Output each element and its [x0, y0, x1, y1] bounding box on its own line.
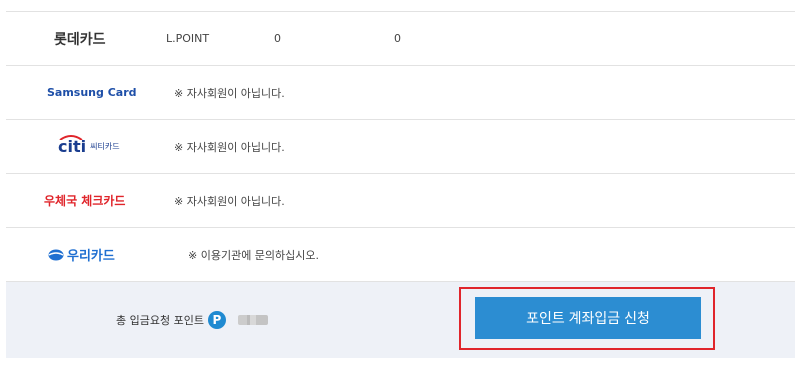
total-points: 총 입금요청 포인트 P [116, 282, 268, 358]
table-row-samsung: Samsung Card ※ 자사회원이 아닙니다. [6, 66, 795, 120]
woori-symbol-icon [48, 249, 64, 260]
point-type: L.POINT [166, 32, 210, 45]
citi-card-logo: citi 씨티카드 [58, 120, 120, 173]
table-row-citi: citi 씨티카드 ※ 자사회원이 아닙니다. [6, 120, 795, 174]
post-check-card-logo: 우체국 체크카드 [44, 194, 126, 208]
citi-arc-icon [59, 135, 83, 140]
point-value-2: 0 [394, 32, 401, 45]
woori-card-logo: 우리카드 [48, 228, 115, 281]
point-value-1: 0 [274, 32, 281, 45]
lotte-card-logo: 롯데카드 [54, 31, 106, 48]
table-row-lotte: 롯데카드 L.POINT 0 0 [6, 12, 795, 66]
table-row-woori: 우리카드 ※ 이용기관에 문의하십시오. [6, 228, 795, 282]
card-note: ※ 자사회원이 아닙니다. [174, 86, 285, 100]
card-note: ※ 자사회원이 아닙니다. [174, 140, 285, 154]
apply-point-deposit-button[interactable]: 포인트 계좌입금 신청 [475, 297, 701, 339]
citi-wordmark: citi [58, 135, 86, 156]
samsung-card-logo: Samsung Card [47, 86, 137, 99]
table-row-post: 우체국 체크카드 ※ 자사회원이 아닙니다. [6, 174, 795, 228]
blurred-points-value [237, 315, 268, 325]
card-note: ※ 이용기관에 문의하십시오. [188, 248, 320, 262]
card-note: ※ 자사회원이 아닙니다. [174, 194, 285, 208]
points-icon: P [207, 311, 226, 329]
